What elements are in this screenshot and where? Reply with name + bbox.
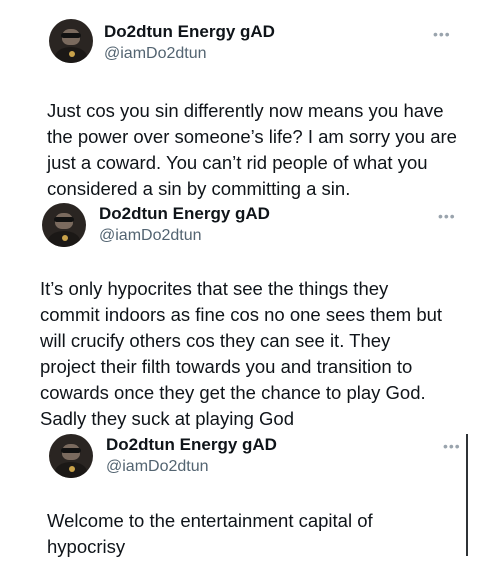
divider-line xyxy=(466,434,468,556)
author-handle[interactable]: @iamDo2dtun xyxy=(106,458,209,476)
tweet-text: It’s only hypocrites that see the things… xyxy=(40,276,442,432)
tweet-text-line: the power over someone’s life? I am sorr… xyxy=(47,126,457,147)
avatar[interactable] xyxy=(42,203,86,247)
tweet-text-line: project their filth towards you and tran… xyxy=(40,356,413,377)
author-handle[interactable]: @iamDo2dtun xyxy=(99,227,202,245)
tweet-text: Welcome to the entertainment capital of … xyxy=(47,508,373,560)
tweet-text-line: Welcome to the entertainment capital of xyxy=(47,510,373,531)
ellipsis-icon[interactable]: ••• xyxy=(443,439,461,453)
author-name[interactable]: Do2dtun Energy gAD xyxy=(106,435,277,455)
tweet-text: Just cos you sin differently now means y… xyxy=(47,98,457,202)
author-name[interactable]: Do2dtun Energy gAD xyxy=(104,22,275,42)
tweet-text-line: commit indoors as fine cos no one sees t… xyxy=(40,304,443,325)
avatar[interactable] xyxy=(49,19,93,63)
tweet-text-line: Sadly they suck at playing God xyxy=(40,408,295,429)
tweet-text-line: hypocrisy xyxy=(47,536,126,557)
avatar[interactable] xyxy=(49,434,93,478)
ellipsis-icon[interactable]: ••• xyxy=(433,27,451,41)
author-handle[interactable]: @iamDo2dtun xyxy=(104,45,207,63)
tweet-text-line: just a coward. You can’t rid people of w… xyxy=(47,152,428,173)
tweet-text-line: It’s only hypocrites that see the things… xyxy=(40,278,389,299)
tweet-text-line: cowards once they get the chance to play… xyxy=(40,382,426,403)
tweet-text-line: will crucify others cos they can see it.… xyxy=(40,330,391,351)
tweet-text-line: considered a sin by committing a sin. xyxy=(47,178,351,199)
tweet-text-line: Just cos you sin differently now means y… xyxy=(47,100,444,121)
author-name[interactable]: Do2dtun Energy gAD xyxy=(99,204,270,224)
ellipsis-icon[interactable]: ••• xyxy=(438,209,456,223)
